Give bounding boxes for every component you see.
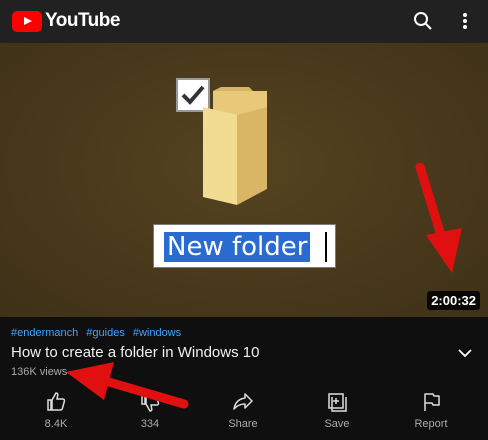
share-button[interactable]: Share (203, 390, 283, 430)
hashtags: #endermanch #guides #windows (11, 327, 181, 339)
more-vertical-icon[interactable] (454, 10, 476, 32)
report-button[interactable]: Report (391, 390, 471, 430)
text-caret (325, 232, 327, 262)
selected-folder-name: New folder (164, 232, 311, 262)
top-bar: YouTube (0, 0, 488, 43)
rename-textbox: New folder (153, 224, 336, 268)
chevron-down-icon[interactable] (456, 346, 474, 360)
video-thumbnail[interactable]: New folder 2:00:32 (0, 43, 488, 317)
save-label: Save (324, 418, 350, 430)
hashtag-link[interactable]: #guides (86, 327, 125, 339)
annotation-arrow-duration (415, 163, 462, 273)
youtube-logo[interactable]: YouTube (12, 10, 120, 32)
like-count: 8.4K (44, 418, 68, 430)
save-button[interactable]: Save (297, 390, 377, 430)
view-count: 136K views (11, 366, 68, 378)
flag-icon (424, 393, 440, 411)
report-label: Report (414, 418, 448, 430)
duration-badge: 2:00:32 (427, 291, 480, 310)
annotation-arrow-views (66, 362, 189, 409)
save-icon (328, 393, 347, 412)
share-label: Share (228, 418, 258, 430)
search-icon[interactable] (412, 10, 434, 32)
hashtag-link[interactable]: #windows (133, 327, 181, 339)
hashtag-link[interactable]: #endermanch (11, 327, 78, 339)
dislike-count: 334 (140, 418, 160, 430)
folder-icon (203, 87, 267, 205)
logo-text: YouTube (45, 10, 120, 31)
youtube-play-icon (12, 10, 42, 32)
share-icon (233, 393, 253, 410)
